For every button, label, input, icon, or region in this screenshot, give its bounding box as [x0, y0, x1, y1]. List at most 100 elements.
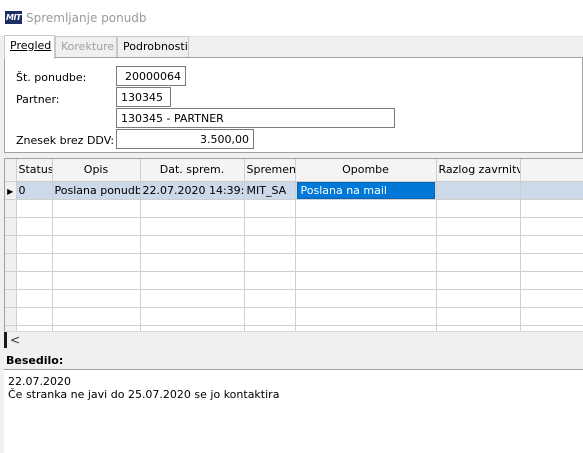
- besedilo-textarea[interactable]: 22.07.2020 Če stranka ne javi do 25.07.2…: [4, 369, 583, 453]
- empty-cell[interactable]: [16, 217, 53, 236]
- empty-cell[interactable]: [140, 307, 245, 326]
- empty-cell[interactable]: [244, 289, 296, 308]
- empty-cell[interactable]: [16, 235, 53, 254]
- empty-table-row[interactable]: [5, 271, 583, 290]
- offer-header-panel: Št. ponudbe: 20000064 Partner: 130345 13…: [4, 57, 583, 153]
- empty-table-row[interactable]: [5, 289, 583, 308]
- row-indicator: [5, 271, 17, 290]
- empty-cell[interactable]: [436, 199, 521, 218]
- column-header-opis[interactable]: Opis: [52, 159, 141, 182]
- empty-cell[interactable]: [244, 307, 296, 326]
- besedilo-line: Če stranka ne javi do 25.07.2020 se jo k…: [8, 388, 280, 401]
- window-title: Spremljanje ponudb: [26, 11, 147, 25]
- empty-cell[interactable]: [436, 289, 521, 308]
- empty-cell[interactable]: [295, 217, 437, 236]
- empty-table-row[interactable]: [5, 253, 583, 272]
- cell-status[interactable]: 0: [16, 181, 53, 200]
- empty-cell[interactable]: [436, 271, 521, 290]
- empty-cell[interactable]: [520, 307, 583, 326]
- cell-opombe-editor[interactable]: Poslana na mail: [296, 181, 435, 198]
- cell-dat-sprem[interactable]: 22.07.2020 14:39:45: [140, 181, 245, 200]
- title-bar: MIT Spremljanje ponudb: [0, 0, 583, 37]
- empty-cell[interactable]: [436, 217, 521, 236]
- partner-name-field[interactable]: 130345 - PARTNER: [116, 108, 395, 128]
- empty-cell[interactable]: [140, 199, 245, 218]
- offer-number-field[interactable]: 20000064: [116, 66, 186, 86]
- empty-cell[interactable]: [295, 235, 437, 254]
- column-header-spremenil[interactable]: Spremenil: [244, 159, 296, 182]
- column-header-razlog-zavrnitve[interactable]: Razlog zavrnitve: [436, 159, 521, 182]
- empty-cell[interactable]: [244, 271, 296, 290]
- table-row[interactable]: ▶ 0 Poslana ponudba 22.07.2020 14:39:45 …: [5, 181, 583, 200]
- amount-field[interactable]: 3.500,00: [116, 129, 254, 149]
- empty-cell[interactable]: [244, 235, 296, 254]
- empty-cell[interactable]: [295, 307, 437, 326]
- empty-cell[interactable]: [520, 289, 583, 308]
- tab-label: Podrobnosti: [123, 40, 188, 53]
- empty-cell[interactable]: [52, 217, 141, 236]
- empty-cell[interactable]: [295, 199, 437, 218]
- empty-cell[interactable]: [140, 253, 245, 272]
- empty-cell[interactable]: [140, 289, 245, 308]
- grid-header-row: Status Opis Dat. sprem. Spremenil Opombe…: [5, 159, 583, 182]
- partner-code-field[interactable]: 130345: [116, 87, 171, 107]
- empty-cell[interactable]: [140, 271, 245, 290]
- empty-cell[interactable]: [436, 253, 521, 272]
- row-indicator: [5, 307, 17, 326]
- column-header-opombe[interactable]: Opombe: [295, 159, 437, 182]
- empty-cell[interactable]: [244, 199, 296, 218]
- empty-cell[interactable]: [16, 271, 53, 290]
- empty-cell[interactable]: [520, 235, 583, 254]
- horizontal-scrollbar[interactable]: <: [4, 331, 583, 348]
- empty-cell[interactable]: [244, 217, 296, 236]
- empty-cell[interactable]: [140, 235, 245, 254]
- tab-podrobnosti[interactable]: Podrobnosti: [117, 36, 189, 58]
- empty-cell[interactable]: [140, 217, 245, 236]
- column-header-status[interactable]: Status: [16, 159, 53, 182]
- cell-opis[interactable]: Poslana ponudba: [52, 181, 141, 200]
- cell-opombe[interactable]: Poslana na mail: [295, 181, 437, 200]
- empty-cell[interactable]: [16, 253, 53, 272]
- cell-spremenil[interactable]: MIT_SA: [244, 181, 296, 200]
- empty-cell[interactable]: [52, 307, 141, 326]
- empty-table-row[interactable]: [5, 235, 583, 254]
- column-header-filler: [520, 159, 583, 182]
- empty-cell[interactable]: [520, 217, 583, 236]
- besedilo-line: 22.07.2020: [8, 375, 71, 388]
- empty-table-row[interactable]: [5, 307, 583, 326]
- empty-cell[interactable]: [16, 289, 53, 308]
- tab-label: Pregled: [10, 39, 52, 52]
- status-history-grid[interactable]: Status Opis Dat. sprem. Spremenil Opombe…: [4, 158, 583, 348]
- grid-table: Status Opis Dat. sprem. Spremenil Opombe…: [5, 159, 583, 344]
- empty-cell[interactable]: [436, 307, 521, 326]
- empty-cell[interactable]: [520, 253, 583, 272]
- empty-cell[interactable]: [436, 235, 521, 254]
- empty-cell[interactable]: [244, 253, 296, 272]
- amount-label: Znesek brez DDV:: [16, 134, 115, 147]
- empty-table-row[interactable]: [5, 217, 583, 236]
- empty-cell[interactable]: [295, 271, 437, 290]
- empty-cell[interactable]: [520, 271, 583, 290]
- row-pointer-icon: ▶: [5, 181, 17, 200]
- empty-cell[interactable]: [520, 199, 583, 218]
- empty-cell[interactable]: [295, 289, 437, 308]
- empty-cell[interactable]: [52, 253, 141, 272]
- empty-table-row[interactable]: [5, 199, 583, 218]
- empty-cell[interactable]: [52, 289, 141, 308]
- row-indicator: [5, 289, 17, 308]
- row-indicator: [5, 235, 17, 254]
- tab-korekture: Korekture: [55, 36, 117, 58]
- app-logo-icon: MIT: [5, 11, 22, 24]
- empty-cell[interactable]: [52, 271, 141, 290]
- offer-number-label: Št. ponudbe:: [16, 71, 87, 84]
- empty-cell[interactable]: [16, 199, 53, 218]
- column-header-dat-sprem[interactable]: Dat. sprem.: [140, 159, 245, 182]
- empty-cell[interactable]: [52, 235, 141, 254]
- empty-cell[interactable]: [16, 307, 53, 326]
- cell-razlog-zavrnitve[interactable]: [436, 181, 521, 200]
- scrollbar-edge: [4, 332, 7, 348]
- scroll-left-icon[interactable]: <: [10, 333, 20, 347]
- empty-cell[interactable]: [52, 199, 141, 218]
- tab-pregled[interactable]: Pregled: [4, 35, 55, 59]
- empty-cell[interactable]: [295, 253, 437, 272]
